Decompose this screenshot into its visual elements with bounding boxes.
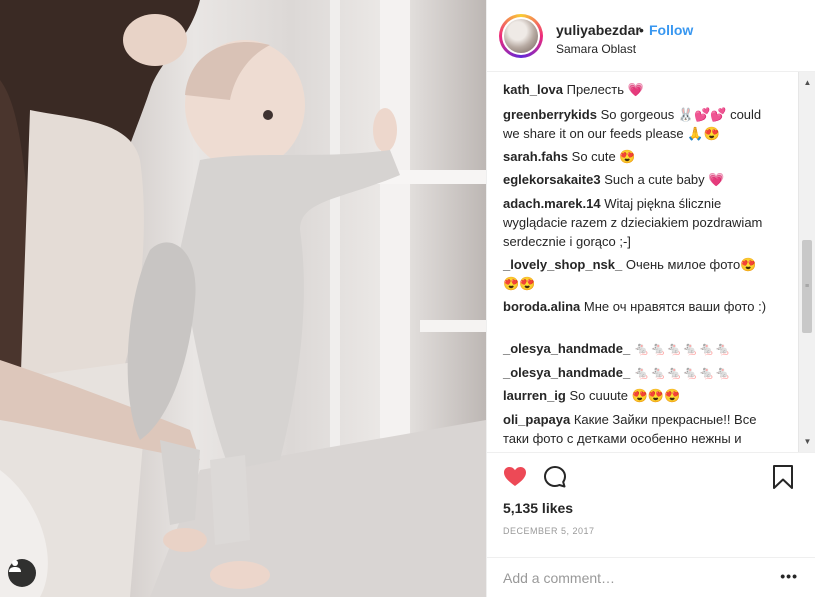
comment-item: oli_papaya Какие Зайки прекрасные!! Все … <box>503 410 767 448</box>
follow-button[interactable]: Follow <box>649 22 693 38</box>
comment-username[interactable]: kath_lova <box>503 82 563 97</box>
scroll-up-arrow-icon[interactable]: ▲ <box>799 74 815 91</box>
scroll-down-arrow-icon[interactable]: ▼ <box>799 433 815 450</box>
comment-button[interactable] <box>543 465 567 494</box>
comment-item: _lovely_shop_nsk_ Очень милое фото😍😍😍 <box>503 255 767 293</box>
comment-item: greenberrykids So gorgeous 🐰💕💕 could we … <box>503 105 767 143</box>
user-icon <box>9 560 21 572</box>
comment-item: _olesya_handmade_ 🐁🐁🐁🐁🐁🐁 <box>503 339 767 358</box>
tagged-users-button[interactable] <box>8 559 36 587</box>
comment-item: eglekorsakaite3 Such a cute baby 💗 <box>503 170 767 189</box>
comment-text: So cuuute 😍😍😍 <box>569 388 681 403</box>
comments-list: kath_lova Прелесть 💗 greenberrykids So g… <box>487 72 815 452</box>
save-button[interactable] <box>772 465 794 494</box>
comment-item: kath_lova Прелесть 💗 <box>503 80 767 99</box>
add-comment-bar: Add a comment… ••• <box>487 557 815 599</box>
add-comment-input[interactable]: Add a comment… <box>503 570 615 586</box>
comment-username[interactable]: greenberrykids <box>503 107 597 122</box>
separator-dot: • <box>639 22 644 38</box>
comment-username[interactable]: _olesya_handmade_ <box>503 341 630 356</box>
comment-item: _olesya_handmade_ 🐁🐁🐁🐁🐁🐁 <box>503 363 767 382</box>
comment-username[interactable]: eglekorsakaite3 <box>503 172 601 187</box>
comment-item: adach.marek.14 Witaj piękna ślicznie wyg… <box>503 194 767 251</box>
comment-text: Прелесть 💗 <box>566 82 644 97</box>
comment-username[interactable]: boroda.alina <box>503 299 580 314</box>
scrollbar-thumb[interactable]: ≡ <box>802 240 812 333</box>
author-username[interactable]: yuliyabezdar <box>556 22 641 38</box>
post-location[interactable]: Samara Oblast <box>556 42 636 56</box>
post-sidebar: yuliyabezdar • Follow Samara Oblast kath… <box>486 0 815 597</box>
avatar[interactable] <box>499 14 543 58</box>
comment-item: sarah.fahs So cute 😍 <box>503 147 767 166</box>
comment-username[interactable]: _olesya_handmade_ <box>503 365 630 380</box>
comment-username[interactable]: _lovely_shop_nsk_ <box>503 257 622 272</box>
comment-username[interactable]: adach.marek.14 <box>503 196 601 211</box>
comment-text: 🐁🐁🐁🐁🐁🐁 <box>633 365 731 380</box>
comment-bubble-icon <box>544 466 566 488</box>
likes-count[interactable]: 5,135 likes <box>503 500 573 516</box>
comments-scrollbar[interactable]: ▲ ≡ ▼ <box>798 72 815 452</box>
photo-illustration <box>0 0 486 597</box>
comment-text: So cute 😍 <box>571 149 636 164</box>
comment-item: boroda.alina Мне оч нравятся ваши фото :… <box>503 297 767 316</box>
comment-text: Such a cute baby 💗 <box>604 172 725 187</box>
bookmark-icon <box>773 465 793 489</box>
comment-username[interactable]: sarah.fahs <box>503 149 568 164</box>
post-actions: 5,135 likes DECEMBER 5, 2017 Add a comme… <box>487 452 815 598</box>
post-date[interactable]: DECEMBER 5, 2017 <box>503 526 595 536</box>
comment-username[interactable]: laurren_ig <box>503 388 566 403</box>
comment-text: Мне оч нравятся ваши фото :) <box>583 299 767 314</box>
comment-item: laurren_ig So cuuute 😍😍😍 <box>503 386 767 405</box>
more-options-icon[interactable]: ••• <box>780 568 798 584</box>
comment-text: 🐁🐁🐁🐁🐁🐁 <box>633 341 731 356</box>
heart-filled-icon <box>504 467 526 486</box>
comment-username[interactable]: oli_papaya <box>503 412 570 427</box>
post-header: yuliyabezdar • Follow Samara Oblast <box>487 0 815 72</box>
post-photo[interactable] <box>0 0 486 597</box>
like-button[interactable] <box>503 465 527 494</box>
